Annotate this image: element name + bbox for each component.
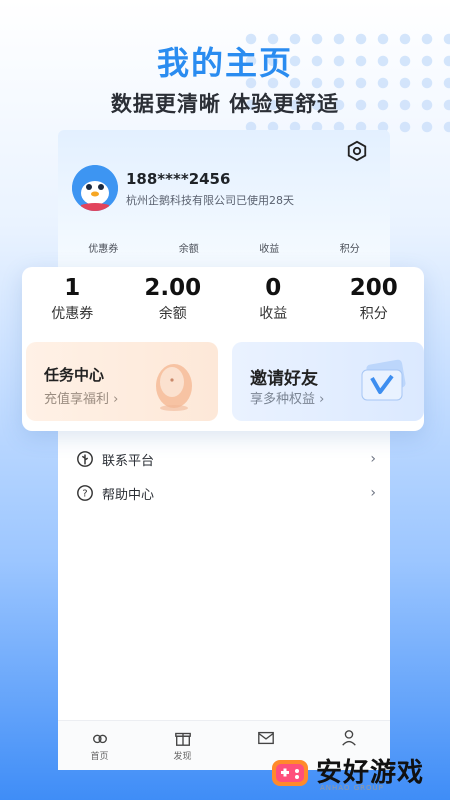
stats-row: 1 优惠券 2.00 余额 0 收益 200 积分 — [22, 267, 424, 323]
voucher-v-icon — [361, 359, 406, 401]
stat-points[interactable]: 200 积分 — [329, 275, 419, 323]
tab-discover-label: 发现 — [173, 752, 192, 762]
chevron-right-icon: › — [370, 451, 376, 467]
mini-stat-coupon: 优惠券 — [88, 244, 119, 255]
gift-icon — [174, 732, 191, 746]
help-icon: ? — [77, 485, 93, 501]
stat-earnings-label: 收益 — [259, 306, 288, 322]
home-icon — [92, 734, 107, 744]
invite-friends-title: 邀请好友 — [250, 369, 318, 389]
menu-item-contact[interactable]: 联系平台 › — [76, 446, 376, 472]
hero-subtitle: 数据更清晰 体验更舒适 — [110, 92, 340, 116]
task-center-title: 任务中心 — [44, 366, 105, 384]
stat-balance-label: 余额 — [158, 306, 187, 322]
company-usage-text: 杭州企鹅科技有限公司已使用28天 — [126, 194, 294, 207]
invite-friends-tile[interactable]: 邀请好友 享多种权益 › — [232, 342, 424, 421]
mini-stat-points: 积分 — [339, 244, 360, 255]
gamepad-logo-icon — [272, 760, 308, 786]
mini-stats-row: 优惠券 余额 收益 积分 — [58, 240, 390, 255]
tab-home[interactable]: 首页 — [58, 721, 141, 770]
task-center-tile[interactable]: 任务中心 充值享福利 › — [26, 342, 218, 421]
watermark-small-text: ANHAO GROUP — [320, 784, 384, 792]
stat-earnings[interactable]: 0 收益 — [228, 275, 318, 323]
phone-number: 188****2456 — [126, 170, 231, 188]
stat-coupon-label: 优惠券 — [51, 306, 94, 322]
stat-earnings-value: 0 — [265, 275, 282, 301]
stat-points-label: 积分 — [359, 306, 388, 322]
invite-friends-subtitle: 享多种权益 › — [250, 392, 325, 407]
menu-item-help[interactable]: ? 帮助中心 › — [76, 480, 376, 506]
user-icon — [341, 730, 356, 746]
mini-stat-earnings: 收益 — [259, 244, 280, 255]
stat-coupon[interactable]: 1 优惠券 — [27, 275, 117, 323]
stats-card: 1 优惠券 2.00 余额 0 收益 200 积分 任务中心 充值享福利 › 邀… — [22, 267, 424, 431]
tab-discover[interactable]: 发现 — [141, 721, 224, 770]
egg-icon — [156, 364, 192, 411]
mail-icon — [257, 731, 274, 745]
svg-text:?: ? — [82, 489, 87, 500]
menu-label-contact: 联系平台 — [102, 453, 155, 469]
tab-home-label: 首页 — [90, 752, 109, 762]
penguin-icon — [72, 165, 118, 211]
chevron-right-icon: › — [370, 485, 376, 501]
menu-label-help: 帮助中心 — [102, 487, 155, 503]
avatar[interactable] — [72, 165, 118, 211]
tree-icon — [77, 451, 93, 467]
settings-icon[interactable] — [346, 140, 368, 162]
stat-coupon-value: 1 — [64, 275, 81, 301]
stat-balance-value: 2.00 — [144, 275, 202, 301]
task-center-subtitle: 充值享福利 › — [44, 392, 119, 407]
stat-points-value: 200 — [349, 275, 398, 301]
watermark: 安好游戏 ANHAO GROUP — [264, 748, 450, 800]
hero-title: 我的主页 — [156, 44, 293, 82]
phone-mockup: 188****2456 杭州企鹅科技有限公司已使用28天 优惠券 余额 收益 积… — [58, 130, 390, 770]
stat-balance[interactable]: 2.00 余额 — [128, 275, 218, 323]
mini-stat-balance: 余额 — [178, 244, 199, 255]
profile-header: 188****2456 杭州企鹅科技有限公司已使用28天 优惠券 余额 收益 积… — [58, 130, 390, 270]
